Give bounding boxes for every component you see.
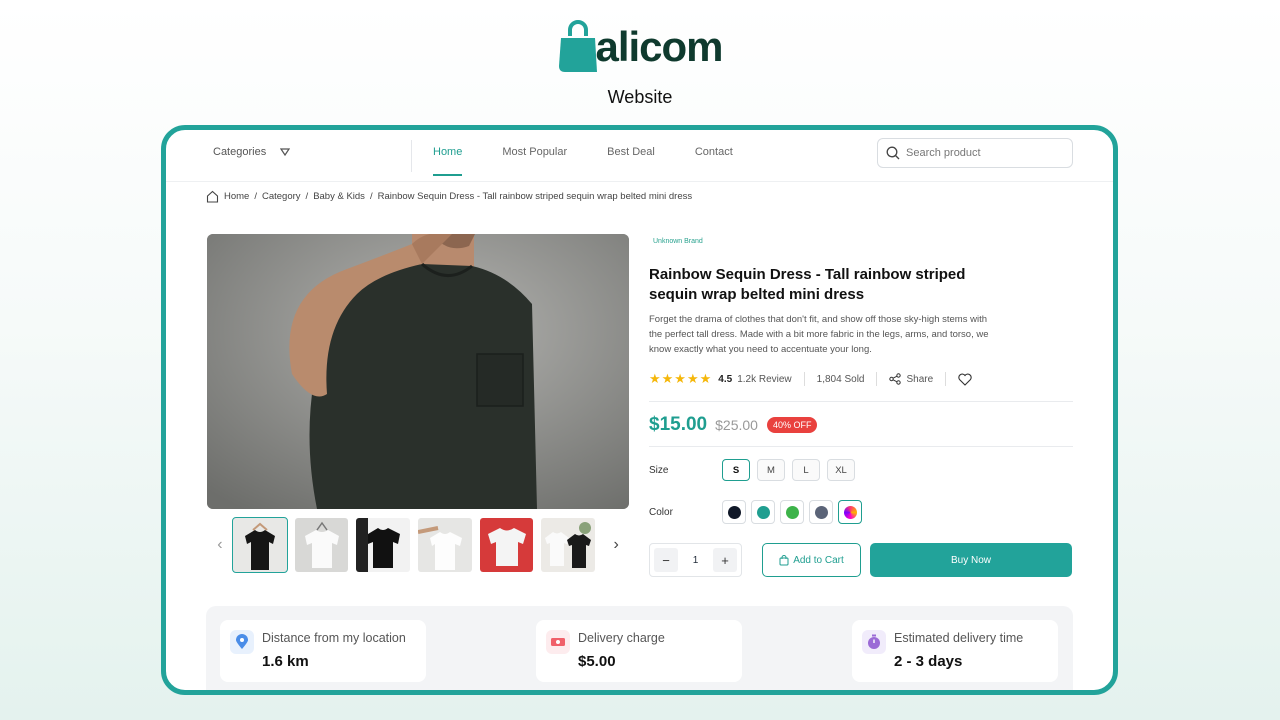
product-main-image bbox=[207, 234, 629, 509]
delivery-charge-label: Delivery charge bbox=[578, 631, 665, 645]
nav-link-most-popular[interactable]: Most Popular bbox=[502, 146, 567, 158]
original-price: $25.00 bbox=[715, 417, 758, 434]
brand-tag[interactable]: Unknown Brand bbox=[653, 238, 1073, 245]
chevron-down-icon bbox=[280, 148, 291, 157]
purchase-actions: − 1 + Add to Cart Buy Now bbox=[649, 543, 1073, 578]
brand-header: alicom Website bbox=[0, 8, 1280, 108]
delivery-time-value: 2 - 3 days bbox=[894, 653, 963, 670]
current-price: $15.00 bbox=[649, 414, 708, 436]
sold-count: 1,804 Sold bbox=[816, 373, 865, 385]
thumbnail-tshirts-on-rack[interactable] bbox=[541, 518, 596, 572]
color-option-gradient[interactable] bbox=[838, 500, 862, 525]
size-label: Size bbox=[649, 464, 669, 476]
thumbnail-white-tshirt-hanger[interactable] bbox=[294, 518, 349, 572]
search-icon bbox=[886, 146, 900, 160]
color-row: Color bbox=[649, 495, 1073, 529]
distance-value: 1.6 km bbox=[262, 653, 309, 670]
size-row: Size S M L XL bbox=[649, 453, 1073, 487]
share-icon bbox=[889, 373, 902, 386]
color-option-green[interactable] bbox=[780, 500, 804, 525]
delivery-charge-card: Delivery charge $5.00 bbox=[536, 620, 742, 682]
color-label: Color bbox=[649, 506, 673, 518]
thumbnail-white-tshirt-red-bg[interactable] bbox=[479, 518, 534, 572]
thumbnail-black-tshirt-flat[interactable] bbox=[356, 518, 411, 572]
thumbnail-black-tshirt-hanger[interactable] bbox=[231, 517, 288, 573]
buy-now-button[interactable]: Buy Now bbox=[870, 543, 1072, 578]
product-meta: ★★★★★ 4.5 1.2k Review 1,804 Sold Share bbox=[649, 371, 1073, 387]
nav-link-best-deal[interactable]: Best Deal bbox=[607, 146, 655, 158]
delivery-time-card: Estimated delivery time 2 - 3 days bbox=[852, 620, 1058, 682]
quantity-increase-button[interactable]: + bbox=[713, 548, 737, 573]
location-pin-icon bbox=[230, 630, 254, 654]
color-option-navy[interactable] bbox=[722, 500, 746, 525]
logo: alicom bbox=[557, 8, 724, 72]
website-frame: Categories Home Most Popular Best Deal C… bbox=[161, 125, 1118, 695]
share-label: Share bbox=[906, 373, 934, 385]
size-option-s[interactable]: S bbox=[722, 459, 750, 482]
quantity-stepper: − 1 + bbox=[649, 543, 742, 578]
distance-card: Distance from my location 1.6 km bbox=[220, 620, 426, 682]
rating-value: 4.5 bbox=[718, 373, 733, 385]
size-option-xl[interactable]: XL bbox=[827, 459, 855, 482]
breadcrumb: Home / Category / Baby & Kids / Rainbow Seq… bbox=[206, 190, 692, 203]
thumbnail-strip: ‹ › bbox=[207, 517, 629, 573]
product-description: Forget the drama of clothes that don't f… bbox=[649, 314, 989, 355]
share-button[interactable]: Share bbox=[889, 373, 934, 386]
shopping-bag-icon bbox=[559, 20, 598, 72]
price-row: $15.00 $25.00 40% OFF bbox=[649, 414, 1073, 436]
cash-icon bbox=[546, 630, 570, 654]
product-info: Unknown Brand Rainbow Sequin Dress - Tal… bbox=[649, 238, 1073, 578]
breadcrumb-current: Rainbow Sequin Dress - Tall rainbow stri… bbox=[377, 191, 693, 202]
breadcrumb-home[interactable]: Home bbox=[224, 191, 249, 202]
stopwatch-icon bbox=[862, 630, 886, 654]
size-option-l[interactable]: L bbox=[792, 459, 820, 482]
top-nav: Categories Home Most Popular Best Deal C… bbox=[166, 130, 1113, 182]
thumbnail-white-tshirt-hand[interactable] bbox=[418, 518, 472, 572]
color-option-teal[interactable] bbox=[751, 500, 775, 525]
categories-label: Categories bbox=[213, 146, 267, 158]
page-subtitle: Website bbox=[607, 87, 673, 107]
delivery-info-panel: Distance from my location 1.6 km Deliver… bbox=[206, 606, 1073, 690]
delivery-time-label: Estimated delivery time bbox=[894, 631, 1024, 645]
categories-dropdown[interactable]: Categories bbox=[213, 146, 291, 158]
delivery-charge-value: $5.00 bbox=[578, 653, 616, 670]
nav-link-home[interactable]: Home bbox=[433, 146, 463, 176]
tshirt-model-photo bbox=[207, 234, 629, 509]
review-count[interactable]: 1.2k Review bbox=[737, 374, 791, 385]
logo-text: alicom bbox=[595, 23, 723, 70]
rating-stars-icon: ★★★★★ bbox=[649, 371, 713, 387]
nav-divider bbox=[411, 140, 412, 172]
discount-badge: 40% OFF bbox=[766, 417, 818, 434]
quantity-value[interactable]: 1 bbox=[693, 555, 699, 566]
quantity-decrease-button[interactable]: − bbox=[654, 548, 678, 573]
nav-links: Home Most Popular Best Deal Contact bbox=[433, 146, 733, 176]
add-to-cart-label: Add to Cart bbox=[793, 554, 844, 566]
product-title: Rainbow Sequin Dress - Tall rainbow stri… bbox=[649, 266, 966, 303]
heart-icon[interactable] bbox=[958, 373, 972, 386]
search-box[interactable] bbox=[877, 138, 1073, 168]
color-option-gray[interactable] bbox=[809, 500, 833, 525]
thumbnail-next-arrow[interactable]: › bbox=[603, 536, 629, 554]
search-input[interactable] bbox=[906, 147, 1066, 159]
breadcrumb-category[interactable]: Category bbox=[262, 191, 301, 202]
bag-icon bbox=[779, 554, 789, 566]
distance-label: Distance from my location bbox=[262, 631, 406, 645]
add-to-cart-button[interactable]: Add to Cart bbox=[762, 543, 861, 578]
size-option-m[interactable]: M bbox=[757, 459, 785, 482]
breadcrumb-baby-kids[interactable]: Baby & Kids bbox=[313, 191, 365, 202]
thumbnail-prev-arrow[interactable]: ‹ bbox=[207, 536, 233, 554]
nav-link-contact[interactable]: Contact bbox=[695, 146, 733, 158]
home-icon[interactable] bbox=[206, 190, 219, 203]
